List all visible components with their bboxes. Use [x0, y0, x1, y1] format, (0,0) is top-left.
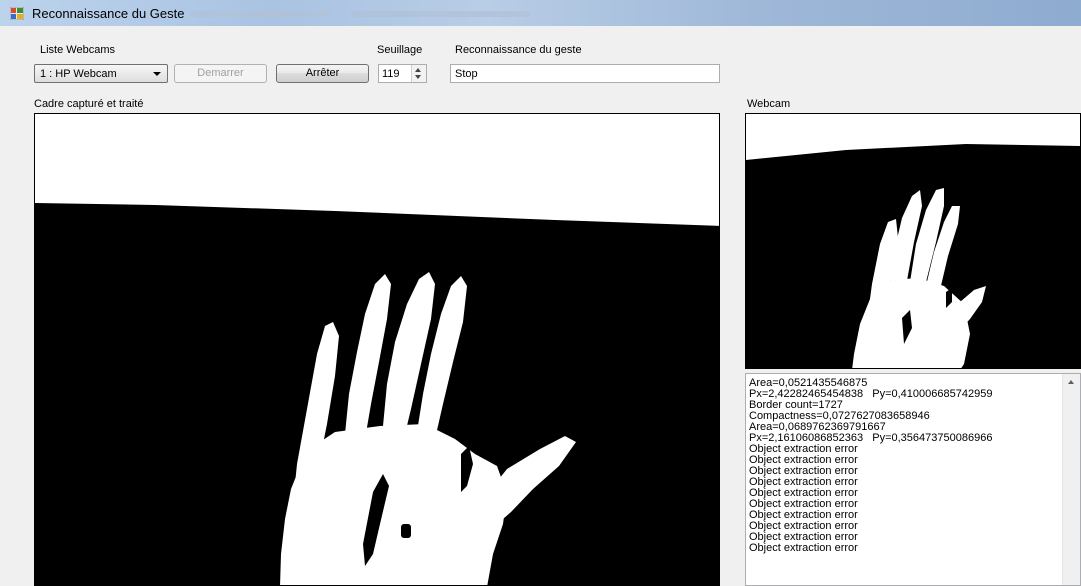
webcam-label: Webcam [747, 98, 791, 110]
webcam-view [745, 113, 1081, 369]
spinner-buttons[interactable] [411, 65, 426, 82]
spin-down-icon[interactable] [415, 75, 421, 79]
chevron-down-icon[interactable] [153, 72, 161, 76]
recognition-result-value: Stop [455, 68, 478, 80]
webcam-select-value: 1 : HP Webcam [40, 68, 117, 80]
processed-frame-view [34, 113, 720, 586]
spin-up-icon[interactable] [415, 68, 421, 72]
title-bar: Reconnaissance du Geste [0, 0, 1081, 26]
threshold-value: 119 [382, 68, 400, 80]
blurred-titlebar-region [350, 11, 530, 17]
window-title: Reconnaissance du Geste [32, 6, 185, 21]
log-scrollbar[interactable] [1062, 374, 1080, 585]
log-lines: Area=0,0521435546875 Px=2,42282465454838 … [749, 378, 992, 554]
processed-frame-image [35, 114, 719, 585]
webcam-image [746, 114, 1080, 368]
app-icon [10, 7, 24, 20]
processed-frame-label: Cadre capturé et traité [34, 98, 144, 110]
webcam-select[interactable]: 1 : HP Webcam [34, 64, 168, 83]
start-button[interactable]: Demarrer [174, 64, 267, 83]
log-listbox[interactable]: Area=0,0521435546875 Px=2,42282465454838 … [745, 373, 1081, 586]
blurred-titlebar-region [190, 11, 330, 17]
recognition-label: Reconnaissance du geste [455, 44, 582, 56]
recognition-result-field[interactable]: Stop [450, 64, 720, 83]
log-line: Object extraction error [749, 542, 858, 554]
threshold-label: Seuillage [377, 44, 423, 56]
stop-button[interactable]: Arrêter [276, 64, 369, 83]
threshold-spinner[interactable]: 119 [378, 64, 427, 83]
webcam-list-label: Liste Webcams [40, 44, 115, 56]
scroll-up-icon[interactable] [1068, 380, 1074, 384]
